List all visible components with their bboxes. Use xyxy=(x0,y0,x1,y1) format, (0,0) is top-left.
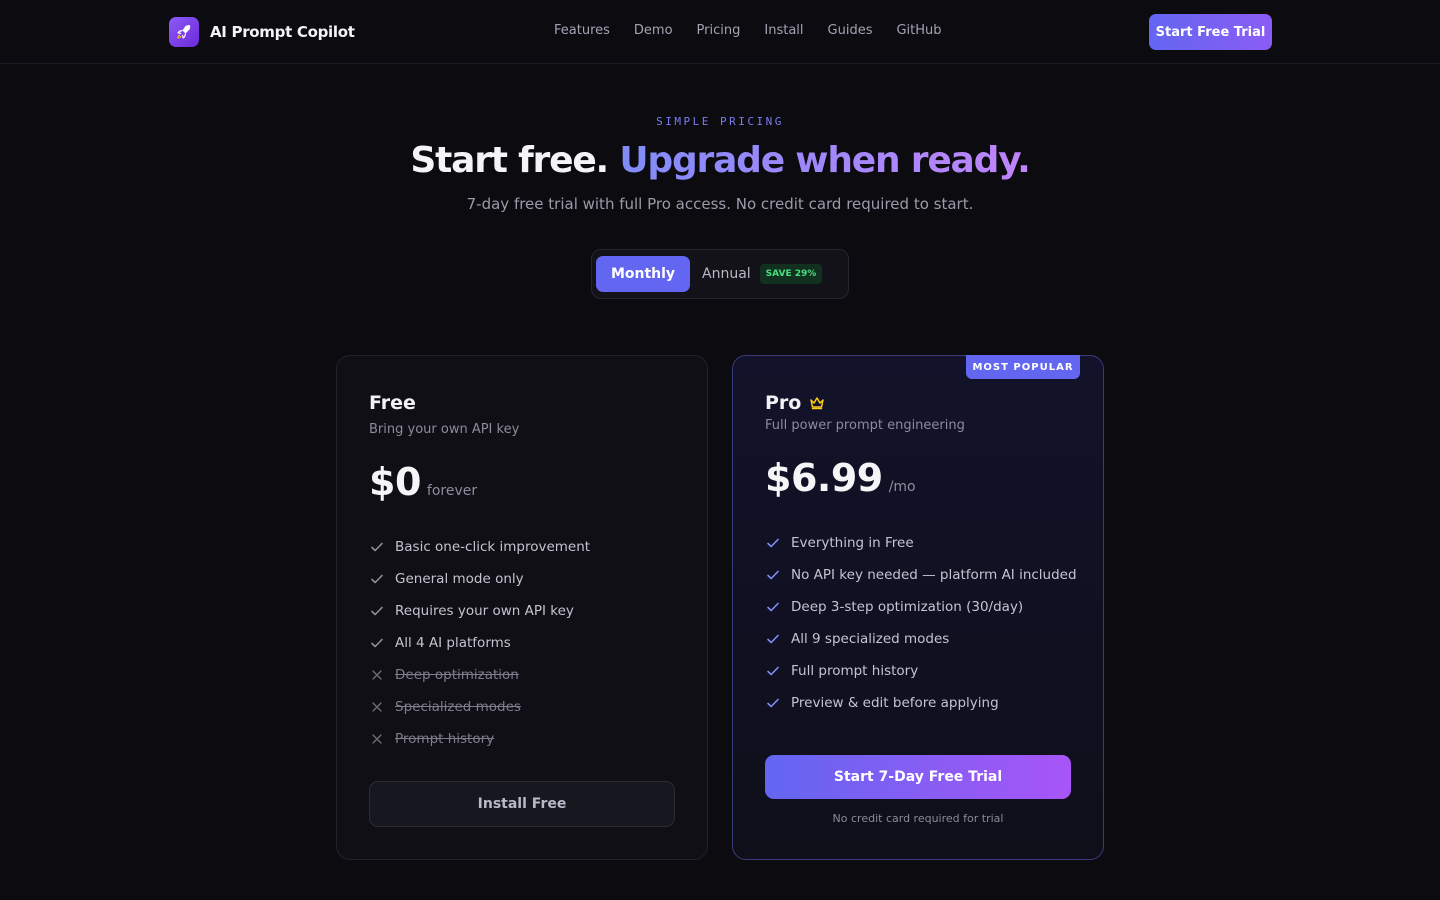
save-badge: SAVE 29% xyxy=(759,264,823,284)
brand-logo[interactable]: AI Prompt Copilot xyxy=(169,17,355,47)
feature-text: All 9 specialized modes xyxy=(791,631,950,647)
list-item: Requires your own API key xyxy=(369,595,590,627)
annual-label: Annual xyxy=(702,266,751,282)
feature-text: Preview & edit before applying xyxy=(791,695,999,711)
check-icon xyxy=(369,635,385,651)
feature-text: Prompt history xyxy=(395,731,495,747)
feature-text: Specialized modes xyxy=(395,699,521,715)
start-free-trial-button[interactable]: Start Free Trial xyxy=(1149,14,1272,50)
nav-link-guides[interactable]: Guides xyxy=(828,23,873,38)
list-item: Everything in Free xyxy=(765,527,1077,559)
check-icon xyxy=(765,631,781,647)
list-item: Deep optimization xyxy=(369,659,590,691)
feature-text: General mode only xyxy=(395,571,524,587)
top-navbar: AI Prompt Copilot Features Demo Pricing … xyxy=(0,0,1440,64)
nav-links: Features Demo Pricing Install Guides Git… xyxy=(554,23,966,38)
feature-text: Requires your own API key xyxy=(395,603,574,619)
check-icon xyxy=(765,535,781,551)
nav-link-pricing[interactable]: Pricing xyxy=(697,23,741,38)
check-icon xyxy=(765,567,781,583)
list-item: Deep 3-step optimization (30/day) xyxy=(765,591,1077,623)
check-icon xyxy=(765,663,781,679)
check-icon xyxy=(369,539,385,555)
list-item: No API key needed — platform AI included xyxy=(765,559,1077,591)
plan-period: forever xyxy=(426,483,478,499)
feature-list: Everything in Free No API key needed — p… xyxy=(765,527,1077,719)
rocket-icon xyxy=(169,17,199,47)
check-icon xyxy=(765,599,781,615)
feature-text: Deep optimization xyxy=(395,667,519,683)
list-item: Preview & edit before applying xyxy=(765,687,1077,719)
plan-price-row: $0 forever xyxy=(369,460,477,504)
plan-price-row: $6.99 /mo xyxy=(765,456,916,500)
billing-monthly-option[interactable]: Monthly xyxy=(596,256,690,292)
plan-name: Free xyxy=(369,392,416,414)
headline-plain: Start free. xyxy=(410,140,609,181)
list-item: Prompt history xyxy=(369,723,590,755)
crown-icon xyxy=(809,396,825,410)
list-item: Specialized modes xyxy=(369,691,590,723)
plan-price: $0 xyxy=(369,460,421,504)
list-item: General mode only xyxy=(369,563,590,595)
plan-period: /mo xyxy=(888,479,916,495)
nav-link-install[interactable]: Install xyxy=(764,23,803,38)
list-item: All 9 specialized modes xyxy=(765,623,1077,655)
billing-toggle: Monthly Annual SAVE 29% xyxy=(591,249,849,299)
feature-text: All 4 AI platforms xyxy=(395,635,511,651)
nav-link-demo[interactable]: Demo xyxy=(634,23,673,38)
list-item: Full prompt history xyxy=(765,655,1077,687)
page-subtitle: 7-day free trial with full Pro access. N… xyxy=(466,195,974,213)
plan-name-row: Pro xyxy=(765,392,825,414)
feature-text: Deep 3-step optimization (30/day) xyxy=(791,599,1024,615)
start-7-day-trial-button[interactable]: Start 7-Day Free Trial xyxy=(765,755,1071,799)
plan-name: Pro xyxy=(765,392,802,414)
feature-list: Basic one-click improvement General mode… xyxy=(369,531,590,755)
list-item: Basic one-click improvement xyxy=(369,531,590,563)
check-icon xyxy=(765,695,781,711)
plan-card-free: Free Bring your own API key $0 forever B… xyxy=(336,355,708,860)
section-eyebrow: SIMPLE PRICING xyxy=(656,115,784,128)
check-icon xyxy=(369,603,385,619)
list-item: All 4 AI platforms xyxy=(369,627,590,659)
plan-description: Bring your own API key xyxy=(369,422,520,437)
headline-accent: Upgrade when ready. xyxy=(619,140,1030,181)
most-popular-badge: MOST POPULAR xyxy=(966,355,1080,379)
feature-text: No API key needed — platform AI included xyxy=(791,567,1077,583)
page-title: Start free. Upgrade when ready. xyxy=(0,140,1440,181)
feature-text: Full prompt history xyxy=(791,663,919,679)
nav-link-github[interactable]: GitHub xyxy=(896,23,941,38)
plan-description: Full power prompt engineering xyxy=(765,418,965,433)
x-icon xyxy=(369,667,385,683)
plan-card-pro: MOST POPULAR Pro Full power prompt engin… xyxy=(732,355,1104,860)
trial-fineprint: No credit card required for trial xyxy=(832,812,1004,825)
billing-annual-option[interactable]: Annual SAVE 29% xyxy=(702,256,823,292)
nav-link-features[interactable]: Features xyxy=(554,23,610,38)
feature-text: Basic one-click improvement xyxy=(395,539,591,555)
x-icon xyxy=(369,699,385,715)
brand-name: AI Prompt Copilot xyxy=(210,23,355,41)
feature-text: Everything in Free xyxy=(791,535,914,551)
plan-price: $6.99 xyxy=(765,456,883,500)
install-free-button[interactable]: Install Free xyxy=(369,781,675,827)
x-icon xyxy=(369,731,385,747)
check-icon xyxy=(369,571,385,587)
